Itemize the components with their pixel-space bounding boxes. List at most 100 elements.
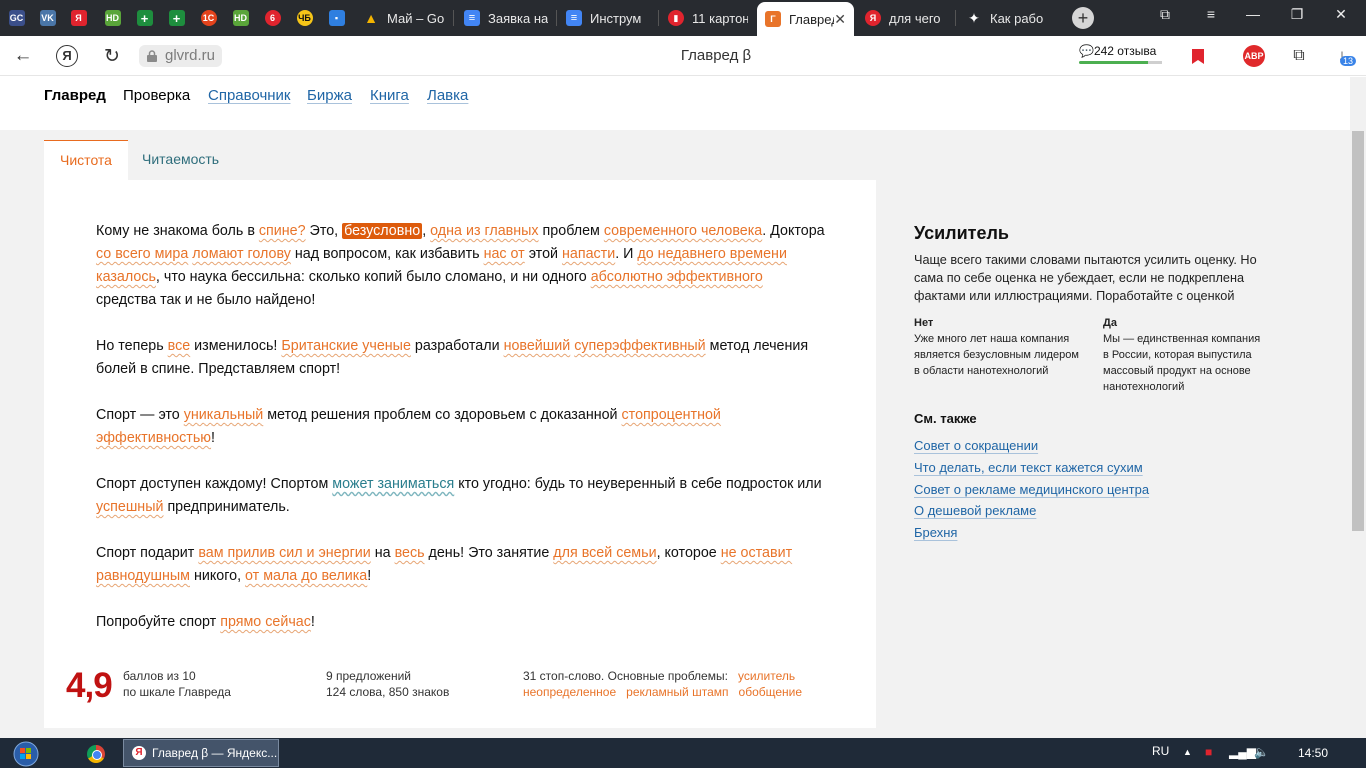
minimize-icon[interactable]: — (1238, 6, 1268, 22)
highlight-word[interactable]: весь (395, 545, 425, 561)
highlight-word[interactable]: уникальный (184, 407, 264, 423)
extensions-icon[interactable]: ⧉ (1287, 44, 1311, 68)
new-tab-plus-icon[interactable]: + (1072, 7, 1094, 29)
highlight-word[interactable]: современного человека (604, 223, 762, 239)
tab-clarity[interactable]: Чистота (44, 140, 128, 181)
nav-reference-link[interactable]: Справочник (208, 87, 291, 104)
scrollbar-thumb[interactable] (1352, 131, 1364, 531)
lock-icon (147, 50, 157, 62)
address-bar: ← Я ↻ glvrd.ru Главред β 💬242 отзыва ABP… (0, 36, 1366, 76)
tab-bookmark[interactable]: ▮ 11 картон (660, 3, 756, 33)
highlight-word[interactable]: от мала до велика (245, 568, 367, 584)
nav-shop-link[interactable]: Лавка (427, 87, 468, 104)
restore-icon[interactable]: ❐ (1282, 6, 1312, 23)
tab-pinned[interactable]: VK (31, 3, 64, 33)
highlight-word[interactable]: спине? (259, 223, 306, 239)
tab-pinned[interactable]: 6 (256, 3, 289, 33)
reviews-button[interactable]: 💬242 отзыва (1079, 44, 1156, 58)
highlight-word[interactable]: новейший (504, 338, 571, 354)
nav-book-link[interactable]: Книга (370, 87, 409, 104)
highlight-word[interactable]: вам прилив сил и энергии (198, 545, 370, 561)
language-indicator[interactable]: RU (1152, 744, 1169, 758)
tab-pinned[interactable]: + (160, 3, 193, 33)
windows-start-icon[interactable] (6, 740, 46, 768)
tab-drive[interactable]: ▲ Май – Go (355, 3, 452, 33)
problem-link[interactable]: усилитель (738, 669, 795, 683)
highlight-word[interactable]: для всей семьи (553, 545, 656, 561)
highlight-word[interactable]: Британские ученые (281, 338, 411, 354)
tab-pinned[interactable]: ЧБ (288, 3, 321, 33)
chb-icon: ЧБ (296, 10, 313, 26)
highlight-word[interactable]: одна из главных (430, 223, 538, 239)
tab-manager-icon[interactable]: ⧉ (1150, 6, 1180, 23)
problem-link[interactable]: обобщение (739, 685, 803, 699)
glvrd-icon: Γ (765, 11, 781, 27)
see-also-link[interactable]: О дешевой рекламе (914, 500, 1149, 522)
tab-pinned[interactable]: HD (224, 3, 257, 33)
url-field[interactable]: glvrd.ru (139, 45, 223, 67)
text-counts: 9 предложений 124 слова, 850 знаков (326, 668, 449, 700)
bookmark-icon[interactable] (1186, 44, 1210, 68)
site-logo[interactable]: Главред (44, 87, 106, 104)
highlight-word[interactable]: абсолютно эффективного (591, 269, 763, 285)
close-window-icon[interactable]: ✕ (1326, 6, 1356, 23)
see-also-link[interactable]: Что делать, если текст кажется сухим (914, 457, 1149, 479)
record-icon: 1С (200, 10, 217, 26)
menu-icon[interactable]: ≡ (1196, 6, 1226, 22)
text-editor[interactable]: Кому не знакома боль в спине? Это, безус… (44, 180, 876, 728)
highlight-word[interactable]: до недавнего времени (637, 246, 787, 262)
tab-docs[interactable]: ≡ Заявка на (456, 3, 556, 33)
page-title: Главред β (680, 47, 752, 64)
tab-title: 11 картон (692, 10, 748, 26)
see-also-link[interactable]: Брехня (914, 522, 1149, 544)
highlight-word-selected[interactable]: безусловно (342, 223, 423, 239)
back-arrow-icon[interactable]: ← (11, 44, 35, 68)
rule-description: Чаще всего такими словами пытаются усили… (914, 253, 1257, 303)
highlight-word[interactable]: нас от (484, 246, 525, 262)
tab-readability[interactable]: Читаемость (142, 140, 219, 178)
adblock-icon[interactable]: ABP (1243, 45, 1265, 67)
tab-title: Май – Go (387, 10, 444, 26)
tab-title: Заявка на (488, 10, 548, 26)
reload-icon[interactable]: ↻ (100, 44, 124, 68)
chrome-taskbar-icon[interactable] (87, 745, 105, 763)
bad-example-label: Нет (914, 317, 934, 329)
tray-app-icon[interactable]: ■ (1205, 745, 1212, 759)
highlight-word[interactable]: суперэффективный (574, 338, 705, 354)
tab-pinned[interactable]: ▪ (320, 3, 353, 33)
highlight-word[interactable]: напасти (562, 246, 615, 262)
highlight-word[interactable]: может заниматься (332, 476, 454, 492)
close-tab-icon[interactable]: ✕ (834, 11, 846, 28)
highlight-word[interactable]: все (168, 338, 191, 354)
tab-pinned[interactable]: HD (96, 3, 129, 33)
editor-text[interactable]: Кому не знакома боль в спине? Это, безус… (96, 220, 826, 657)
sheets-icon: + (168, 10, 185, 26)
tab-pinned[interactable]: GC (0, 3, 33, 33)
bookmark-icon: ▮ (668, 10, 684, 26)
tab-sparkle[interactable]: ✦ Как рабо (958, 3, 1058, 33)
tab-pinned[interactable]: Я (62, 3, 95, 33)
nav-exchange-link[interactable]: Биржа (307, 87, 352, 104)
problem-link[interactable]: неопределенное (523, 685, 616, 699)
yandex-home-icon[interactable]: Я (56, 45, 78, 67)
problem-link[interactable]: рекламный штамп (626, 685, 728, 699)
tab-title: Главред (789, 11, 835, 27)
tray-arrow-icon[interactable]: ▲ (1183, 747, 1192, 757)
highlight-word[interactable]: ломают голову (192, 246, 291, 262)
highlight-word[interactable]: успешный (96, 499, 163, 515)
highlight-word[interactable]: со всего мира (96, 246, 188, 262)
docs-icon: ≡ (464, 10, 480, 26)
tab-pinned[interactable]: 1С (192, 3, 225, 33)
tab-pinned[interactable]: + (128, 3, 161, 33)
taskbar-app-button[interactable]: Я Главред β — Яндекс... (123, 739, 279, 767)
volume-icon[interactable]: 🔈 (1254, 745, 1269, 759)
highlight-word[interactable]: казалось (96, 269, 156, 285)
see-also-link[interactable]: Совет о рекламе медицинского центра (914, 479, 1149, 501)
see-also-link[interactable]: Совет о сокращении (914, 435, 1149, 457)
highlight-word[interactable]: прямо сейчас (220, 614, 311, 630)
clock[interactable]: 14:50 (1298, 746, 1328, 760)
network-icon[interactable]: ▂▄▆ (1229, 745, 1256, 759)
tab-glavred-active[interactable]: Γ Главред ✕ (757, 2, 854, 36)
tab-yandex[interactable]: Ядля чего (857, 3, 954, 33)
tab-docs[interactable]: ≡ Инструм (558, 3, 658, 33)
